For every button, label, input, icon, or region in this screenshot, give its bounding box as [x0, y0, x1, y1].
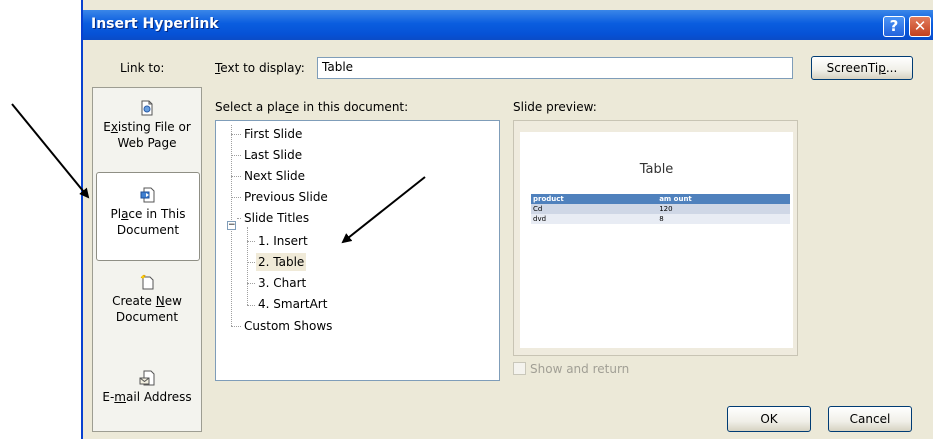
place-tree[interactable]: First Slide Last Slide Next Slide Previo…: [215, 120, 500, 381]
link-place-in-document[interactable]: Place in This Document: [96, 172, 200, 261]
tree-item-slide-2-selected[interactable]: 2. Table: [256, 253, 307, 271]
tree-item-slide-1[interactable]: 1. Insert: [258, 232, 308, 250]
checkbox-box[interactable]: [513, 362, 526, 375]
tree-connector: [231, 155, 241, 156]
tree-connector: [231, 176, 241, 177]
table-cell: Cd: [531, 204, 658, 214]
file-icon: [141, 100, 153, 116]
text-to-display-label: Text to display:: [215, 61, 305, 75]
table-cell: 8: [657, 214, 790, 224]
link-to-label: Link to:: [120, 61, 165, 75]
tree-item-custom-shows[interactable]: Custom Shows: [244, 317, 332, 335]
new-document-icon: [140, 274, 154, 290]
slide-table: product am ount Cd 120 dvd 8: [531, 194, 790, 224]
link-to-bar: Existing File or Web Page Place in This …: [92, 87, 202, 432]
table-header: product: [531, 194, 658, 204]
slide-preview-pane: Table product am ount Cd 120 dvd 8: [513, 120, 798, 356]
title-bar[interactable]: Insert Hyperlink ? ✕: [83, 10, 933, 40]
cancel-button[interactable]: Cancel: [828, 406, 912, 432]
tree-item-first-slide[interactable]: First Slide: [244, 125, 302, 143]
tree-connector: [231, 197, 241, 198]
show-and-return-checkbox[interactable]: Show and return: [513, 362, 629, 377]
table-cell: 120: [657, 204, 790, 214]
tree-connector: [247, 241, 255, 242]
collapse-expander-icon[interactable]: −: [227, 221, 236, 230]
link-existing-file[interactable]: Existing File or Web Page: [93, 100, 201, 151]
tree-item-last-slide[interactable]: Last Slide: [244, 146, 302, 164]
show-and-return-label: Show and return: [530, 362, 630, 376]
dialog-title: Insert Hyperlink: [91, 16, 219, 32]
link-create-new-document[interactable]: Create New Document: [93, 274, 201, 325]
slide-thumbnail: Table product am ount Cd 120 dvd 8: [520, 132, 793, 348]
table-header: am ount: [657, 194, 790, 204]
slide-title: Table: [639, 162, 674, 177]
text-to-display-input[interactable]: Table: [317, 57, 793, 79]
place-list-label: Select a place in this document:: [215, 100, 409, 114]
screentip-button[interactable]: ScreenTip...: [811, 56, 913, 80]
tree-item-slide-3[interactable]: 3. Chart: [258, 274, 306, 292]
close-button[interactable]: ✕: [909, 16, 931, 37]
tree-item-slide-4[interactable]: 4. SmartArt: [258, 295, 327, 313]
tree-connector: [247, 262, 255, 263]
tree-item-previous-slide[interactable]: Previous Slide: [244, 188, 328, 206]
tree-connector: [231, 326, 241, 327]
document-place-icon: [140, 187, 155, 203]
link-email-address[interactable]: E-mail Address: [93, 370, 201, 405]
arrow-to-place-in-document: [11, 103, 90, 199]
ok-button[interactable]: OK: [727, 406, 811, 432]
tree-connector: [231, 134, 241, 135]
slide-preview-label: Slide preview:: [513, 100, 597, 114]
help-button[interactable]: ?: [883, 16, 905, 37]
tree-connector: [247, 283, 255, 284]
tree-connector: [247, 227, 248, 305]
insert-hyperlink-dialog: Insert Hyperlink ? ✕ Link to: Existing F…: [81, 0, 933, 439]
tree-item-next-slide[interactable]: Next Slide: [244, 167, 305, 185]
tree-connector: [247, 305, 255, 306]
email-icon: [139, 370, 155, 386]
tree-connector: [237, 218, 241, 219]
table-cell: dvd: [531, 214, 658, 224]
tree-item-slide-titles[interactable]: Slide Titles: [244, 209, 309, 227]
